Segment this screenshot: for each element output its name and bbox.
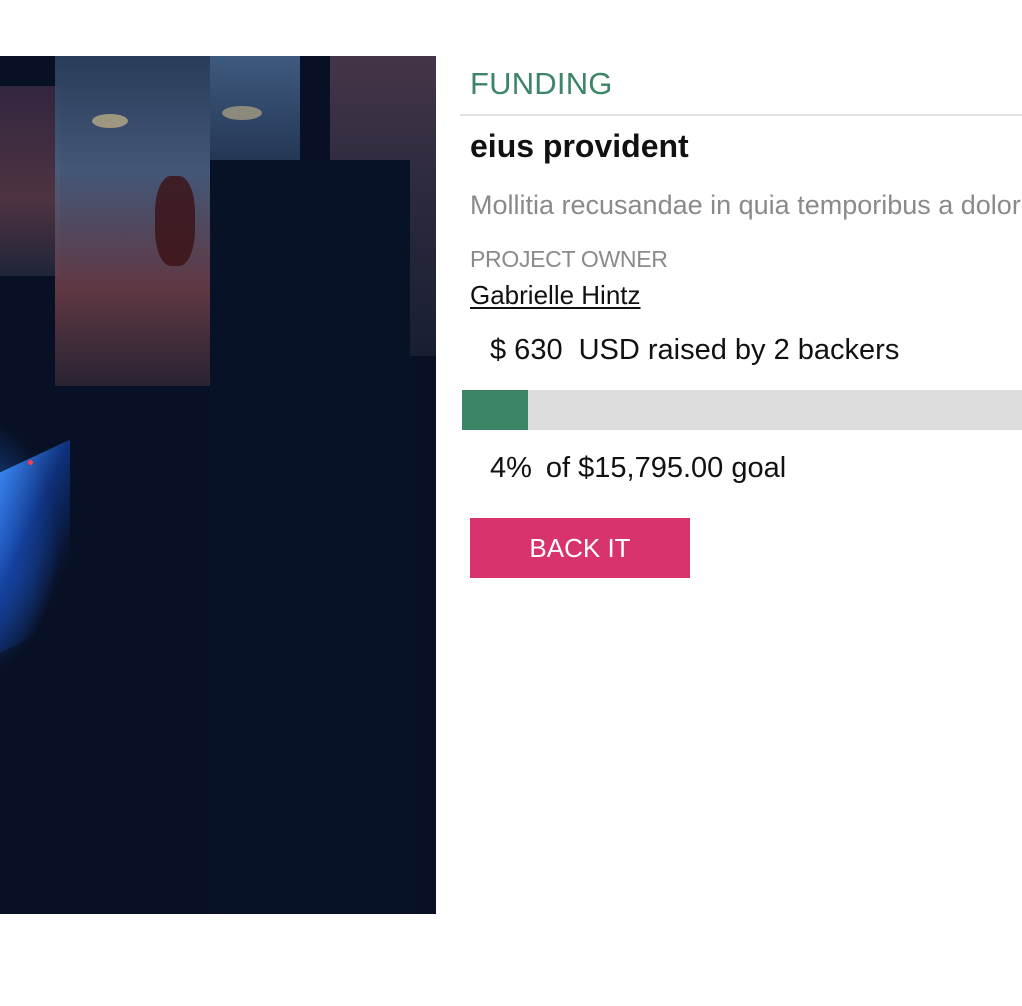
- back-it-button[interactable]: BACK IT: [470, 518, 690, 578]
- raised-summary: $ 630 USD raised by 2 backers: [490, 334, 899, 367]
- goal-summary: 4% of $15,795.00 goal: [490, 452, 786, 485]
- funded-percent: 4%: [490, 452, 532, 484]
- image-detail: [28, 460, 33, 465]
- raised-suffix: USD raised by 2 backers: [578, 334, 900, 366]
- funding-progress-bar: [462, 390, 1022, 430]
- image-detail: [0, 439, 70, 653]
- image-detail: [155, 176, 195, 266]
- divider: [460, 114, 1022, 116]
- raised-amount: $ 630: [490, 334, 563, 366]
- goal-text: of $15,795.00 goal: [545, 452, 787, 484]
- project-owner-link[interactable]: Gabrielle Hintz: [470, 280, 641, 311]
- image-detail: [210, 160, 410, 914]
- project-title: eius provident: [470, 128, 689, 164]
- funding-panel: FUNDING eius provident Mollitia recusand…: [460, 56, 1022, 616]
- image-detail: [92, 114, 128, 128]
- page: FUNDING eius provident Mollitia recusand…: [0, 0, 1022, 1006]
- project-owner-label: PROJECT OWNER: [470, 246, 668, 272]
- funding-heading: FUNDING: [470, 66, 613, 101]
- project-image: [0, 56, 436, 914]
- image-detail: [222, 106, 262, 120]
- poster-shape: [0, 86, 60, 276]
- funding-progress-fill: [462, 390, 529, 430]
- project-blurb: Mollitia recusandae in quia temporibus a…: [470, 190, 1022, 220]
